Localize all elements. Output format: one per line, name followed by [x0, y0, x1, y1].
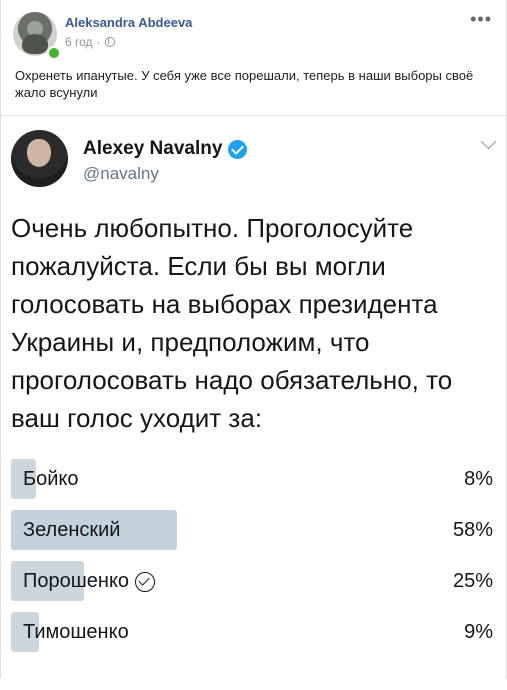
facebook-post: Aleksandra Abdeeva 6 год · ••• Охренеть … — [0, 0, 507, 678]
online-status-icon — [47, 46, 61, 60]
poll-option-text: Тимошенко — [23, 621, 129, 643]
post-time[interactable]: 6 год — [65, 35, 93, 49]
poll-option[interactable]: Бойко 8% — [11, 459, 493, 499]
post-meta: 6 год · — [65, 35, 115, 49]
tweet-author-handle[interactable]: @navalny — [83, 164, 159, 184]
poll-option-label: Тимошенко — [23, 621, 129, 644]
poll-option-text: Порошенко — [23, 570, 130, 592]
chevron-down-icon[interactable] — [480, 133, 497, 150]
meta-separator: · — [96, 35, 101, 49]
check-circle-icon — [135, 571, 156, 592]
globe-icon[interactable] — [104, 37, 115, 47]
poll-option-text: Зеленский — [23, 519, 121, 541]
poll-option-percent: 58% — [452, 519, 493, 541]
poll-option-percent: 8% — [464, 468, 493, 490]
poll-option-percent: 9% — [464, 621, 493, 643]
poll-option-label: Бойко — [23, 468, 79, 491]
tweet-text: Очень любопытно. Проголосуйте пожалуйста… — [11, 213, 453, 433]
poll-option[interactable]: Порошенко 25% — [11, 561, 493, 601]
post-text: Охренеть ипанутые. У себя уже все пореша… — [15, 68, 474, 100]
poll-option[interactable]: Тимошенко 9% — [11, 612, 493, 652]
more-horizontal-icon[interactable]: ••• — [470, 10, 492, 28]
tweet-author-avatar[interactable] — [11, 130, 68, 187]
poll-option-label: Порошенко — [23, 570, 156, 593]
poll-option-text: Бойко — [23, 468, 79, 490]
poll-option-percent: 25% — [452, 570, 493, 592]
tweet-author-name[interactable]: Alexey Navalny — [83, 138, 222, 160]
author-name-link[interactable]: Aleksandra Abdeeva — [65, 15, 192, 30]
poll: Бойко 8% Зеленский 58% Порошенко 25% Тимошенко… — [11, 459, 493, 663]
post-header: Aleksandra Abdeeva 6 год · ••• — [13, 10, 494, 60]
tweet-author[interactable]: Alexey Navalny — [83, 138, 248, 160]
verified-badge-icon — [228, 139, 248, 159]
poll-option[interactable]: Зеленский 58% — [11, 510, 493, 550]
poll-option-label: Зеленский — [23, 519, 120, 542]
embedded-tweet: Alexey Navalny @navalny Очень любопытно.… — [1, 115, 507, 690]
